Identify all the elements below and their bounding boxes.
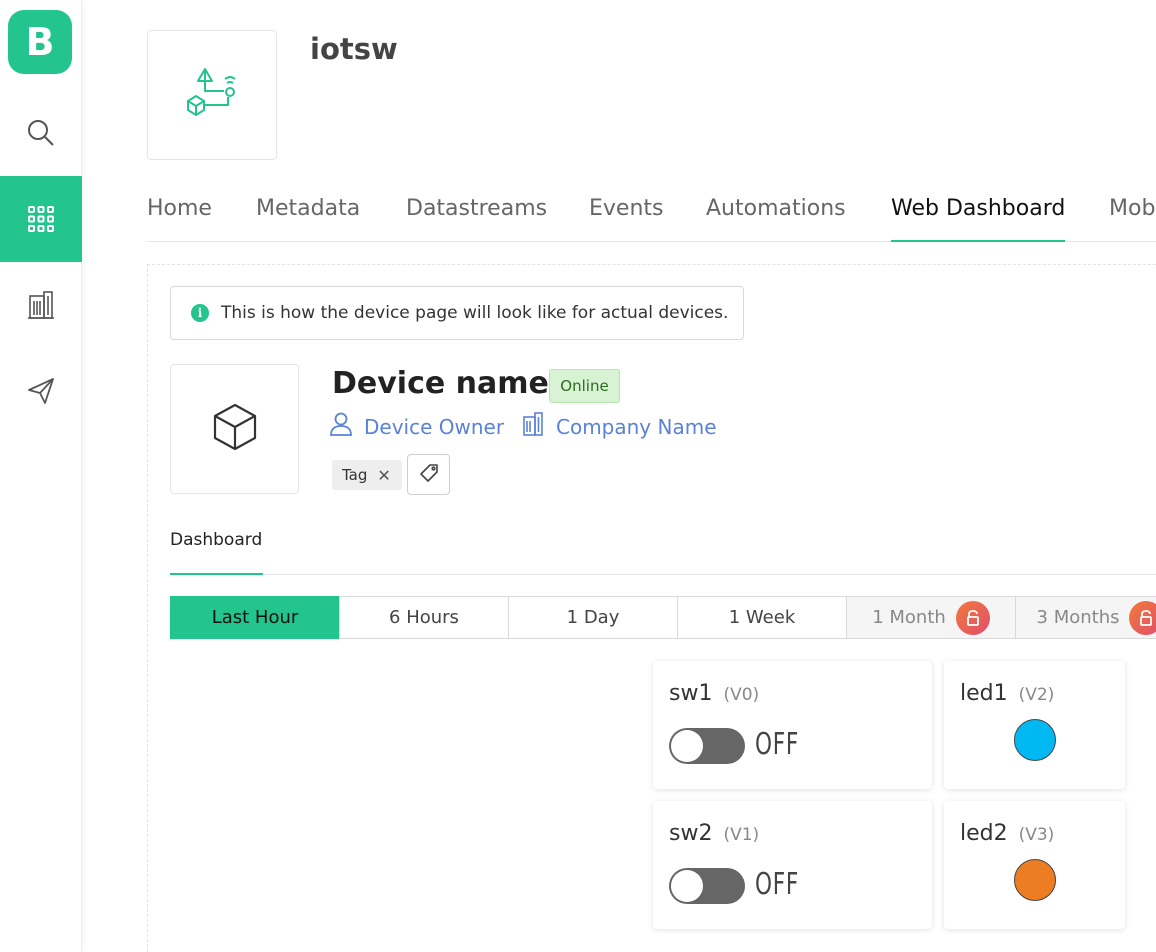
range-1-day[interactable]: 1 Day	[508, 596, 678, 639]
tab-home[interactable]: Home	[147, 196, 212, 242]
user-icon	[330, 412, 364, 441]
toggle-knob	[671, 730, 703, 762]
range-6-hours[interactable]: 6 Hours	[339, 596, 509, 639]
led2-indicator	[1014, 859, 1056, 901]
close-icon[interactable]: ✕	[377, 466, 390, 485]
tag-chip: Tag ✕	[332, 460, 402, 490]
add-tag-button[interactable]	[407, 454, 450, 495]
sw1-state: OFF	[755, 727, 800, 762]
company-name-label: Company Name	[556, 414, 717, 439]
product-image[interactable]	[147, 30, 277, 160]
widget-title: led2 (V3)	[960, 821, 1055, 846]
sw2-toggle[interactable]	[669, 868, 745, 904]
range-1-week[interactable]: 1 Week	[677, 596, 847, 639]
lock-icon	[955, 600, 990, 635]
range-3-months[interactable]: 3 Months	[1015, 596, 1156, 639]
range-label: 3 Months	[1036, 607, 1120, 628]
templates-button[interactable]	[0, 176, 82, 262]
sw2-state: OFF	[755, 867, 800, 902]
range-label: 1 Day	[566, 607, 620, 628]
company-name-link[interactable]: Company Name	[522, 412, 717, 441]
organizations-button[interactable]	[0, 262, 82, 348]
toggle-knob	[671, 870, 703, 902]
range-1-month[interactable]: 1 Month	[846, 596, 1016, 639]
search-icon	[26, 118, 56, 148]
tab-dashboard[interactable]: Dashboard	[170, 530, 263, 575]
tab-metadata[interactable]: Metadata	[256, 196, 360, 242]
device-name: Device name	[332, 366, 549, 401]
widget-title: sw1 (V0)	[669, 681, 760, 706]
sidebar: B	[0, 0, 82, 952]
led1-indicator	[1014, 719, 1056, 761]
switch-widget-sw1: sw1 (V0) OFF	[653, 661, 932, 789]
sw1-toggle[interactable]	[669, 728, 745, 764]
switch-widget-sw2: sw2 (V1) OFF	[653, 801, 932, 929]
device-owner-link[interactable]: Device Owner	[330, 412, 504, 441]
led-widget-led2: led2 (V3)	[944, 801, 1125, 929]
search-button[interactable]	[0, 90, 82, 176]
widget-title: sw2 (V1)	[669, 821, 760, 846]
range-label: 6 Hours	[389, 607, 459, 628]
template-tabs: Home Metadata Datastreams Events Automat…	[147, 190, 1156, 242]
tag-label: Tag	[342, 466, 368, 484]
tab-mobile-dashboard[interactable]: Mob	[1109, 196, 1155, 242]
iot-template-icon	[180, 65, 244, 125]
lock-icon	[1129, 600, 1156, 635]
device-owner-label: Device Owner	[364, 414, 505, 439]
status-badge: Online	[549, 369, 620, 403]
tab-events[interactable]: Events	[589, 196, 664, 242]
product-title: iotsw	[310, 32, 398, 66]
building-icon	[522, 412, 556, 441]
range-label: Last Hour	[211, 607, 299, 628]
blynk-logo[interactable]: B	[8, 10, 72, 74]
device-subtabs: Dashboard	[170, 530, 1156, 575]
tab-web-dashboard[interactable]: Web Dashboard	[891, 196, 1066, 242]
grid-icon	[27, 205, 55, 233]
range-label: 1 Month	[872, 607, 946, 628]
tab-automations[interactable]: Automations	[706, 196, 846, 242]
cube-icon	[211, 402, 259, 456]
led-widget-led1: led1 (V2)	[944, 661, 1125, 789]
notice-text: This is how the device page will look li…	[221, 303, 729, 323]
send-button[interactable]	[0, 348, 82, 434]
tag-icon	[419, 463, 439, 487]
info-icon: i	[191, 304, 209, 322]
tab-datastreams[interactable]: Datastreams	[406, 196, 547, 242]
range-last-hour[interactable]: Last Hour	[170, 596, 340, 639]
range-label: 1 Week	[728, 607, 796, 628]
device-image	[170, 364, 299, 494]
preview-notice: i This is how the device page will look …	[170, 286, 744, 340]
building-icon	[27, 290, 55, 320]
time-range-selector: Last Hour 6 Hours 1 Day 1 Week 1 Month 3…	[170, 596, 1156, 639]
widget-title: led1 (V2)	[960, 681, 1055, 706]
paper-plane-icon	[26, 376, 56, 406]
